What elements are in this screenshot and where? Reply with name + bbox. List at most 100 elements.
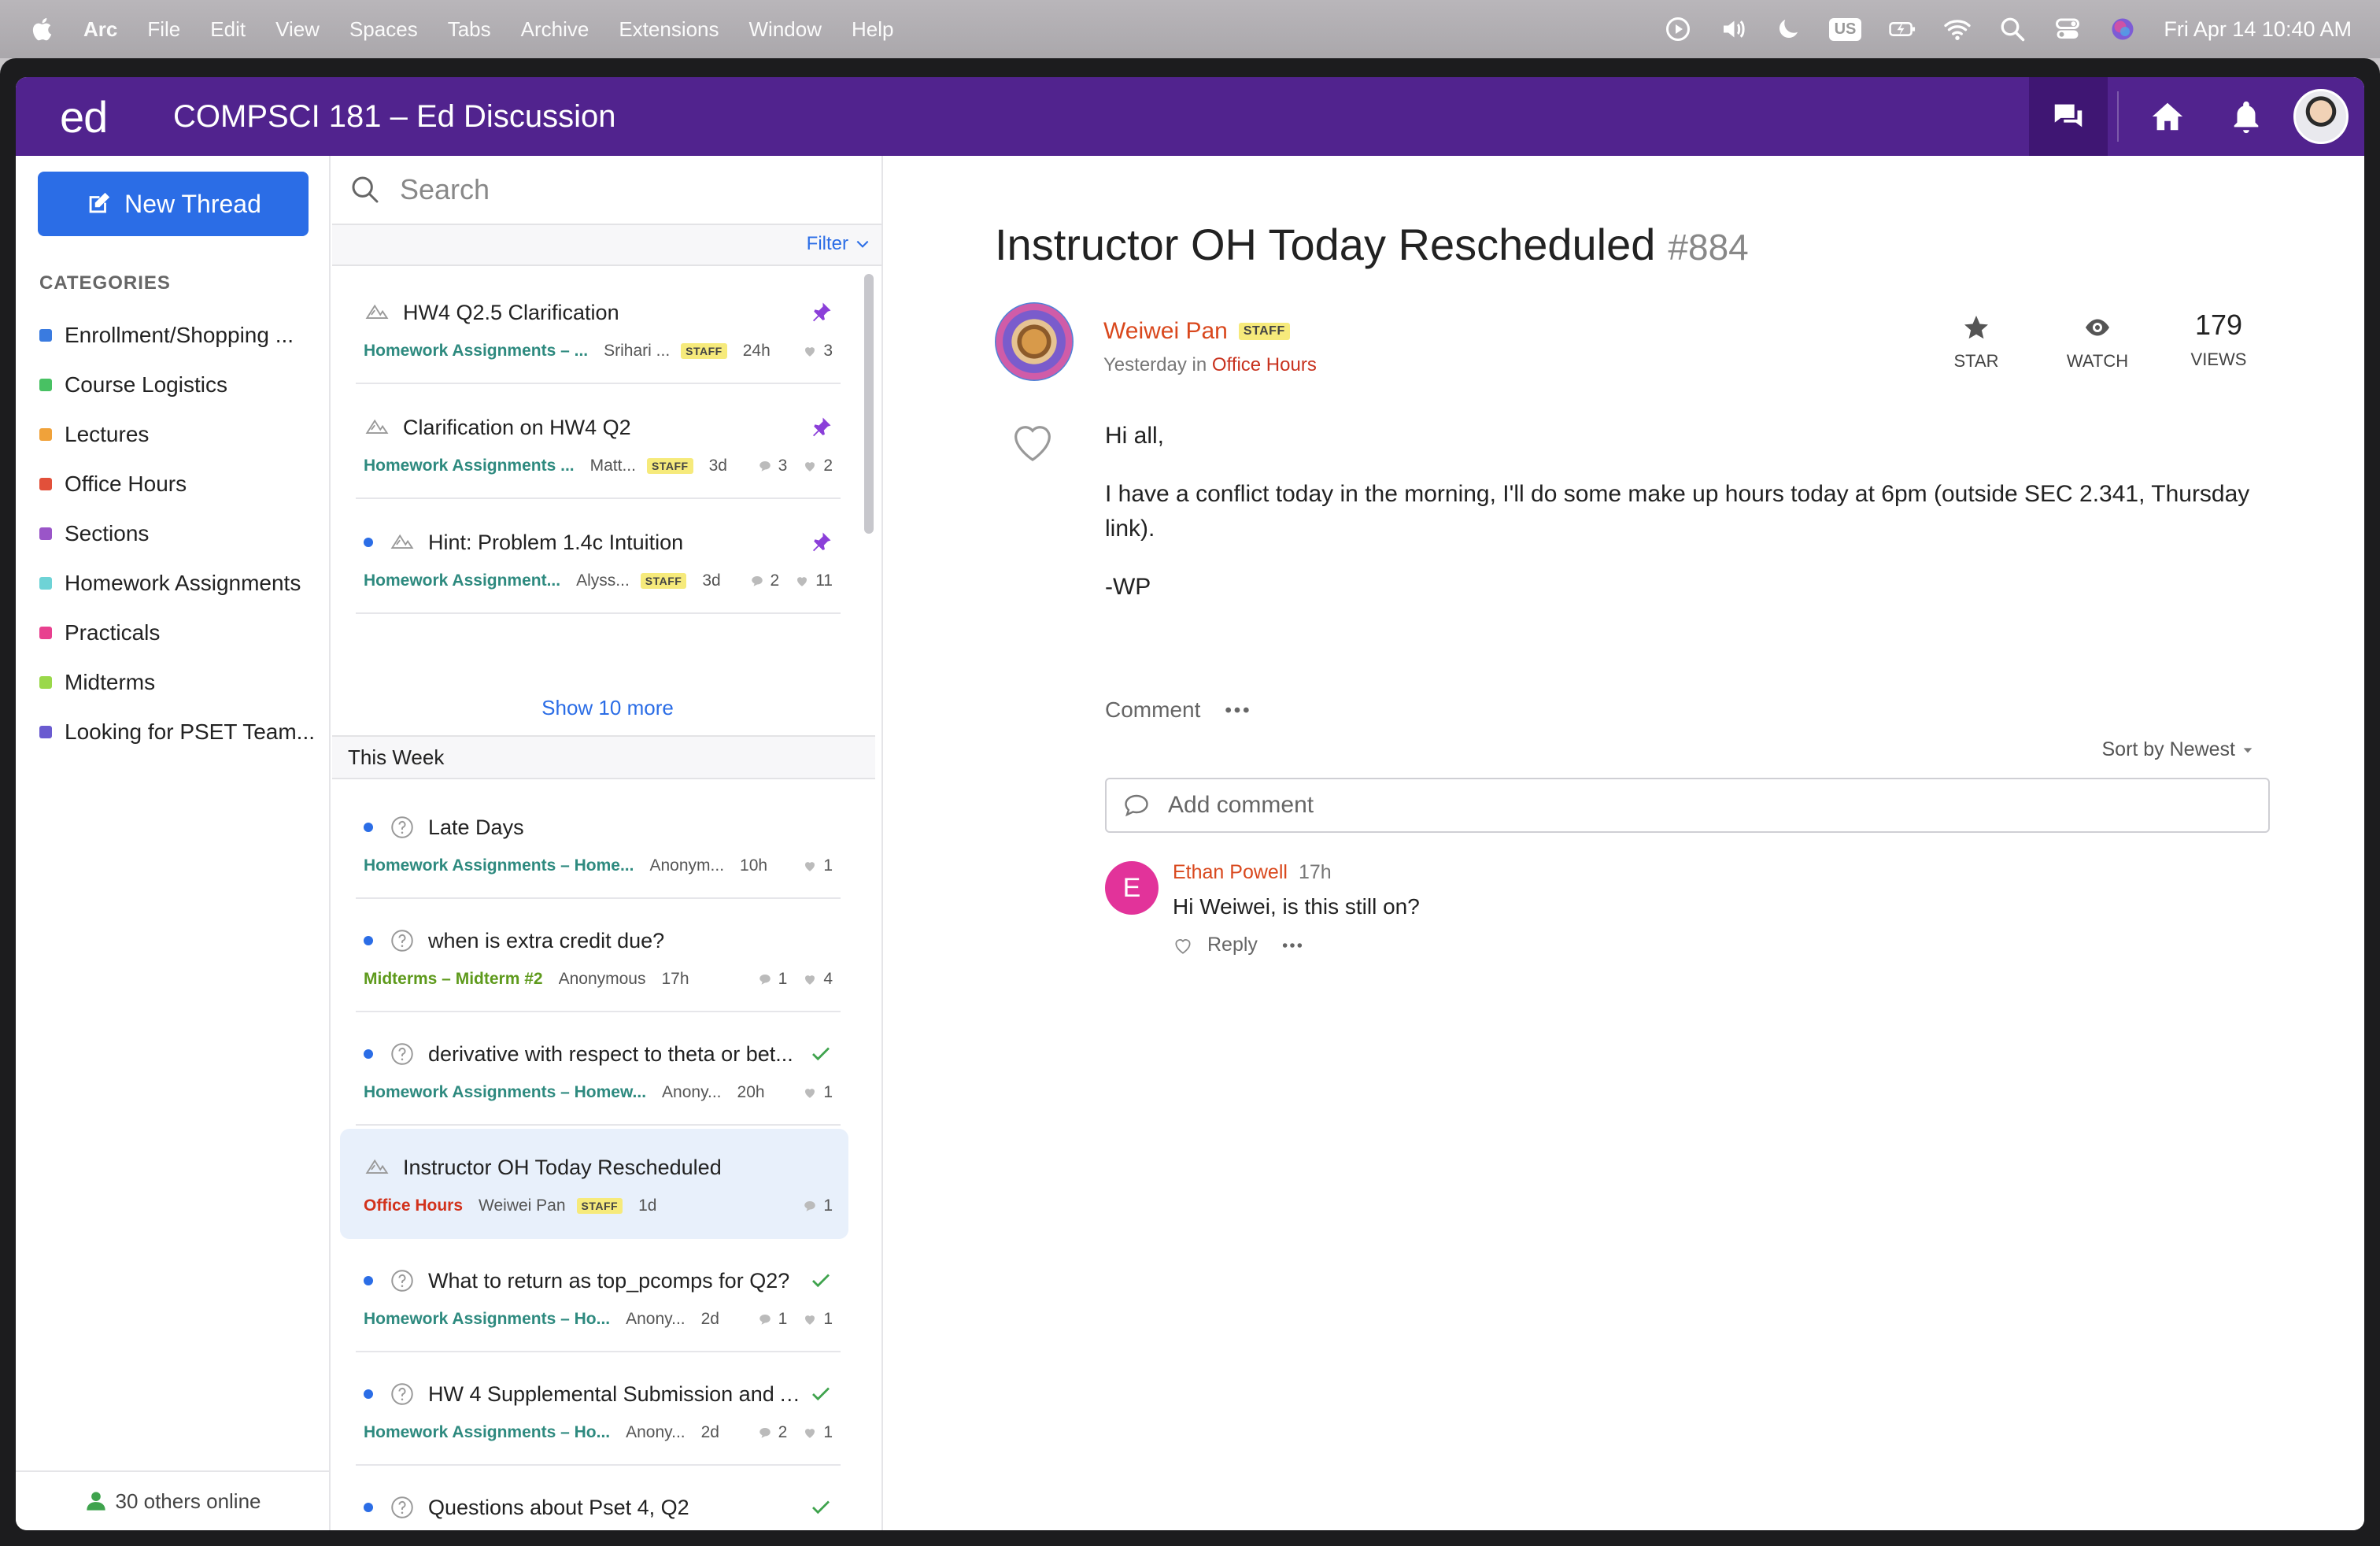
home-button[interactable]: [2128, 77, 2207, 156]
thread-time: 2d: [700, 1423, 719, 1441]
course-title[interactable]: COMPSCI 181 – Ed Discussion: [173, 99, 615, 135]
scrollbar-thumb[interactable]: [864, 274, 874, 534]
menu-archive[interactable]: Archive: [521, 17, 589, 42]
macos-menubar: Arc File Edit View Spaces Tabs Archive E…: [0, 0, 2380, 58]
category-enrollment[interactable]: Enrollment/Shopping ...: [39, 310, 323, 360]
volume-icon[interactable]: [1719, 15, 1747, 43]
category-color-swatch: [39, 328, 52, 342]
battery-icon[interactable]: [1888, 15, 1916, 43]
menu-view[interactable]: View: [275, 17, 320, 42]
category-midterms[interactable]: Midterms: [39, 657, 323, 707]
menubar-clock[interactable]: Fri Apr 14 10:40 AM: [2164, 17, 2352, 42]
discussion-button[interactable]: [2029, 77, 2108, 156]
thread-meta: Homework Assignments – Ho... Anony... 2d 2 1: [364, 1420, 833, 1445]
thread-list-item[interactable]: HW4 Q2.5 Clarification Homework Assignmen…: [340, 274, 848, 384]
menu-window[interactable]: Window: [749, 17, 822, 42]
search-bar: [332, 156, 881, 225]
menu-extensions[interactable]: Extensions: [619, 17, 719, 42]
post-body: Hi all, I have a conflict today in the m…: [1105, 419, 2254, 628]
category-lectures[interactable]: Lectures: [39, 409, 323, 459]
commenter-name[interactable]: Ethan Powell: [1173, 861, 1288, 884]
author-line: Weiwei Pan STAFF: [1103, 318, 1290, 345]
comment-more-icon[interactable]: [1281, 941, 1303, 949]
thread-time: 10h: [740, 856, 768, 875]
menu-tabs[interactable]: Tabs: [448, 17, 491, 42]
category-homework-assignments[interactable]: Homework Assignments: [39, 558, 323, 608]
comment-count: 1: [758, 970, 787, 989]
thread-meta: Homework Assignment... Alyss... STAFF 3d 2 11: [364, 568, 833, 594]
show-more-link[interactable]: Show 10 more: [332, 696, 881, 720]
post-category-link[interactable]: Office Hours: [1212, 354, 1317, 375]
apple-icon[interactable]: [30, 16, 57, 43]
moon-icon[interactable]: [1774, 15, 1802, 43]
comment-button[interactable]: Comment: [1105, 697, 1200, 723]
comment-count: 1: [758, 1310, 787, 1329]
notifications-button[interactable]: [2207, 77, 2286, 156]
author-avatar[interactable]: [995, 302, 1074, 381]
thread-list-item[interactable]: HW 4 Supplemental Submission and A... Hom…: [340, 1356, 848, 1466]
views-stat: 179 VIEWS: [2183, 309, 2254, 372]
staff-badge: STAFF: [576, 1198, 623, 1214]
add-comment-input[interactable]: [1168, 792, 2238, 819]
menu-spaces[interactable]: Spaces: [349, 17, 418, 42]
more-options-icon[interactable]: [1224, 705, 1251, 715]
menu-help[interactable]: Help: [852, 17, 893, 42]
menu-edit[interactable]: Edit: [210, 17, 246, 42]
views-count: 179: [2194, 309, 2243, 341]
category-course-logistics[interactable]: Course Logistics: [39, 360, 323, 409]
thread-title-row: HW 4 Supplemental Submission and A...: [364, 1379, 833, 1409]
spotlight-search-icon[interactable]: [1998, 15, 2027, 43]
siri-icon[interactable]: [2108, 15, 2137, 43]
wifi-icon[interactable]: [1943, 15, 1972, 43]
author-name[interactable]: Weiwei Pan: [1103, 318, 1228, 345]
sort-dropdown[interactable]: Sort by Newest: [2101, 738, 2254, 761]
like-count: 4: [803, 970, 833, 989]
like-count-icon: [805, 862, 815, 871]
category-practicals[interactable]: Practicals: [39, 608, 323, 657]
ed-logo[interactable]: ed: [60, 91, 173, 142]
thread-title: Questions about Pset 4, Q2: [428, 1495, 689, 1519]
like-count-icon: [805, 1429, 815, 1438]
star-button[interactable]: STAR: [1941, 313, 2012, 372]
speech-bubble-icon: [1125, 794, 1148, 817]
comment-heart-icon[interactable]: [1173, 935, 1193, 956]
thread-list-item[interactable]: derivative with respect to theta or bet.…: [340, 1015, 848, 1126]
thread-list-item[interactable]: What to return as top_pcomps for Q2? Home…: [340, 1242, 848, 1352]
keyboard-input-badge[interactable]: US: [1828, 17, 1862, 41]
thread-meta: Midterms – Midterm #2 Anonymous 17h 1 4: [364, 967, 833, 992]
arc-browser-window: ed COMPSCI 181 – Ed Discussion New Threa…: [0, 58, 2380, 1546]
unread-dot: [364, 823, 373, 832]
thread-divider: [356, 1464, 841, 1466]
category-pset-teams[interactable]: Looking for PSET Team...: [39, 707, 323, 756]
like-count-icon: [797, 577, 808, 586]
menu-file[interactable]: File: [147, 17, 180, 42]
ed-top-bar: ed COMPSCI 181 – Ed Discussion: [16, 77, 2364, 156]
menu-app-name[interactable]: Arc: [83, 17, 117, 42]
thread-list-item[interactable]: Questions about Pset 4, Q2Homework Assig…: [340, 1469, 848, 1530]
sort-label: Sort by Newest: [2101, 738, 2235, 760]
category-label: Homework Assignments: [65, 570, 301, 595]
thread-list-item[interactable]: Instructor OH Today Rescheduled Office Ho…: [340, 1129, 848, 1239]
category-list: Enrollment/Shopping ... Course Logistics…: [39, 310, 323, 756]
thread-time: 17h: [661, 970, 689, 988]
play-icon[interactable]: [1664, 15, 1692, 43]
post-number: #884: [1668, 227, 1749, 268]
question-icon: [391, 816, 413, 838]
thread-list-item[interactable]: Clarification on HW4 Q2 Homework Assignme…: [340, 389, 848, 499]
question-icon: [391, 1270, 413, 1292]
thread-list-item[interactable]: when is extra credit due? Midterms – Midt…: [340, 902, 848, 1012]
commenter-avatar[interactable]: E: [1105, 861, 1159, 915]
watch-button[interactable]: WATCH: [2062, 313, 2133, 372]
thread-list-item[interactable]: Late Days Homework Assignments – Home... A…: [340, 789, 848, 899]
reply-button[interactable]: Reply: [1207, 934, 1258, 956]
thread-list-item[interactable]: Hint: Problem 1.4c Intuition Homework Ass…: [340, 504, 848, 614]
category-sections[interactable]: Sections: [39, 509, 323, 558]
category-office-hours[interactable]: Office Hours: [39, 459, 323, 509]
web-content-frame: ed COMPSCI 181 – Ed Discussion New Threa…: [16, 77, 2364, 1530]
new-thread-button[interactable]: New Thread: [38, 172, 309, 236]
search-input[interactable]: [400, 173, 841, 206]
heart-icon[interactable]: [1007, 416, 1058, 466]
user-avatar[interactable]: [2293, 89, 2349, 144]
filter-button[interactable]: Filter: [807, 233, 870, 255]
control-center-icon[interactable]: [2053, 15, 2082, 43]
